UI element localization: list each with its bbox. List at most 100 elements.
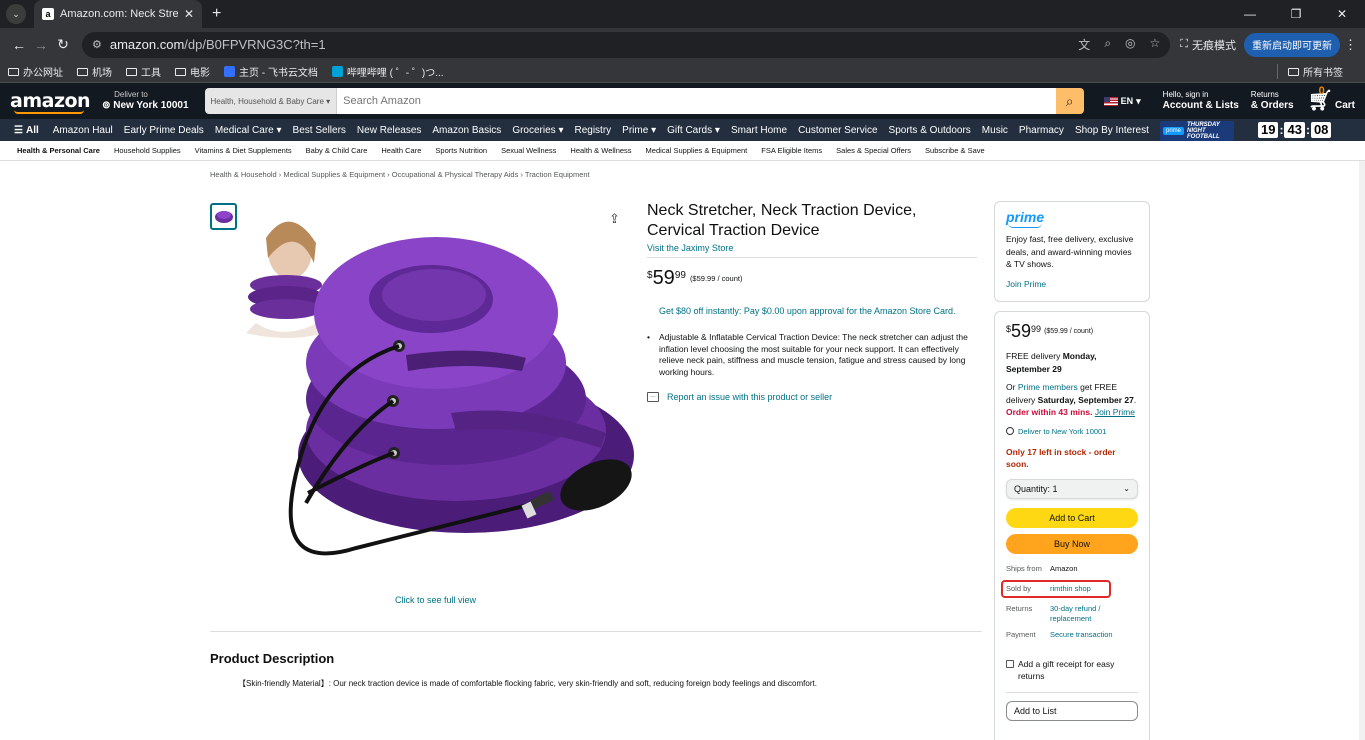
site-info-icon[interactable]: ⚙ bbox=[92, 38, 102, 51]
nav-item[interactable]: Gift Cards ▾ bbox=[667, 125, 720, 136]
restore-icon[interactable]: ❐ bbox=[1273, 7, 1319, 21]
payment-link[interactable]: Secure transaction bbox=[1050, 630, 1138, 640]
nav-item[interactable]: Prime ▾ bbox=[622, 125, 656, 136]
subnav-item[interactable]: Subscribe & Save bbox=[925, 146, 985, 155]
subnav-item[interactable]: Household Supplies bbox=[114, 146, 181, 155]
deliver-to[interactable]: Deliver to ⊚ New York 10001 bbox=[102, 90, 188, 111]
breadcrumb[interactable]: Health & Household › Medical Supplies & … bbox=[210, 170, 590, 179]
nav-item[interactable]: Music bbox=[982, 125, 1008, 136]
prime-members-link[interactable]: Prime members bbox=[1018, 382, 1078, 392]
ships-from-row: Ships from Amazon bbox=[1006, 564, 1138, 574]
product-image[interactable] bbox=[236, 203, 636, 598]
product-title: Neck Stretcher, Neck Traction Device, Ce… bbox=[647, 202, 917, 239]
nav-item[interactable]: Smart Home bbox=[731, 125, 787, 136]
info-key: Returns bbox=[1006, 603, 1033, 613]
folder-icon bbox=[126, 67, 137, 76]
gift-receipt-checkbox[interactable] bbox=[1006, 659, 1014, 668]
cart-count: 0 bbox=[1318, 85, 1325, 97]
nav-item[interactable]: Medical Care ▾ bbox=[215, 125, 282, 136]
quantity-select[interactable]: Quantity: 1 ⌄ bbox=[1006, 478, 1138, 499]
thumbnail-image bbox=[215, 211, 233, 223]
subnav-item[interactable]: Vitamins & Diet Supplements bbox=[195, 146, 292, 155]
cart-button[interactable]: 0 🛒︎ Cart bbox=[1308, 85, 1355, 111]
bookmark-folder[interactable]: 机场 bbox=[77, 64, 112, 79]
store-link-text[interactable]: Visit the Jaximy Store bbox=[647, 243, 733, 253]
subnav-item[interactable]: Sports Nutrition bbox=[435, 146, 487, 155]
update-button[interactable]: 重新启动即可更新 bbox=[1244, 32, 1340, 57]
full-view-link[interactable]: Click to see full view bbox=[395, 595, 476, 605]
search-input[interactable] bbox=[337, 88, 1056, 114]
nav-item[interactable]: Groceries ▾ bbox=[512, 125, 563, 136]
reload-icon[interactable]: ↻ bbox=[52, 36, 74, 53]
browser-tab[interactable]: a Amazon.com: Neck Stretcher ✕ bbox=[34, 0, 202, 28]
clock-minutes: 43 bbox=[1284, 122, 1305, 138]
report-issue-link[interactable]: … Report an issue with this product or s… bbox=[647, 392, 977, 402]
payment-row: Payment Secure transaction bbox=[1006, 630, 1138, 640]
nav-item[interactable]: Amazon Basics bbox=[432, 125, 501, 136]
buy-now-button[interactable]: Buy Now bbox=[1006, 533, 1138, 554]
bookmark-bilibili[interactable]: 哔哩哔哩 ( ゜- ゜)つ... bbox=[331, 64, 444, 79]
close-window-icon[interactable]: ✕ bbox=[1319, 7, 1365, 21]
subnav-item[interactable]: Sexual Wellness bbox=[501, 146, 556, 155]
subnav-item[interactable]: Health & Personal Care bbox=[17, 146, 100, 155]
zoom-icon[interactable]: ⌕ bbox=[1104, 36, 1111, 53]
bookmark-folder[interactable]: 办公网址 bbox=[8, 64, 63, 79]
tracking-icon[interactable]: ◎ bbox=[1125, 36, 1135, 53]
subnav-item[interactable]: Sales & Special Offers bbox=[836, 146, 911, 155]
nav-item[interactable]: Customer Service bbox=[798, 125, 877, 136]
description-heading: Product Description bbox=[210, 651, 335, 666]
seller-link[interactable]: rimthin shop bbox=[1050, 584, 1106, 594]
subnav-item[interactable]: FSA Eligible Items bbox=[761, 146, 822, 155]
forward-icon[interactable]: → bbox=[30, 37, 52, 53]
join-prime-link[interactable]: Join Prime bbox=[1095, 407, 1135, 417]
store-card-promo[interactable]: Get $80 off instantly: Pay $0.00 upon ap… bbox=[647, 306, 977, 316]
search-button[interactable]: ⌕ bbox=[1055, 88, 1084, 114]
translate-icon[interactable]: 文 bbox=[1078, 36, 1090, 53]
location-pin-icon: ⊚ bbox=[102, 99, 114, 111]
gift-receipt-option[interactable]: Add a gift receipt for easy returns bbox=[1006, 658, 1138, 682]
returns-link[interactable]: 30-day refund / replacement bbox=[1050, 604, 1138, 624]
add-to-list-button[interactable]: Add to List bbox=[1006, 700, 1138, 721]
back-icon[interactable]: ← bbox=[8, 37, 30, 53]
nav-item[interactable]: Shop By Interest bbox=[1075, 125, 1149, 136]
returns-orders[interactable]: Returns & Orders bbox=[1251, 90, 1294, 111]
subnav-item[interactable]: Health Care bbox=[381, 146, 421, 155]
thursday-night-football-promo[interactable]: prime THURSDAY NIGHT FOOTBALL bbox=[1160, 121, 1234, 141]
all-bookmarks[interactable]: 所有书签 bbox=[1277, 64, 1343, 79]
all-menu-button[interactable]: ☰ All bbox=[14, 125, 39, 136]
search-category-select[interactable]: Health, Household & Baby Care ▾ bbox=[204, 88, 338, 114]
close-tab-icon[interactable]: ✕ bbox=[184, 7, 194, 21]
category-subnav: Health & Personal Care Household Supplie… bbox=[0, 141, 1365, 161]
bookmark-folder[interactable]: 工具 bbox=[126, 64, 161, 79]
url-path: /dp/B0FPVRNG3C?th=1 bbox=[184, 37, 326, 52]
subnav-item[interactable]: Health & Wellness bbox=[570, 146, 631, 155]
nav-item[interactable]: Registry bbox=[574, 125, 611, 136]
subnav-item[interactable]: Medical Supplies & Equipment bbox=[646, 146, 748, 155]
incognito-indicator[interactable]: ⛶ 无痕模式 bbox=[1180, 37, 1236, 53]
account-lists[interactable]: Hello, sign in Account & Lists bbox=[1163, 90, 1239, 111]
deliver-location-link[interactable]: Deliver to New York 10001 bbox=[1006, 427, 1138, 436]
tab-search-icon[interactable]: ⌄ bbox=[6, 4, 26, 24]
add-to-cart-button[interactable]: Add to Cart bbox=[1006, 507, 1138, 528]
url-input[interactable]: ⚙ amazon.com/dp/B0FPVRNG3C?th=1 文 ⌕ ◎ ☆ bbox=[82, 31, 1171, 58]
nav-item[interactable]: Early Prime Deals bbox=[124, 125, 204, 136]
nav-item[interactable]: Amazon Haul bbox=[53, 125, 113, 136]
nav-item[interactable]: Best Sellers bbox=[293, 125, 346, 136]
bookmark-feishu[interactable]: 主页 - 飞书云文档 bbox=[224, 64, 318, 79]
nav-item[interactable]: New Releases bbox=[357, 125, 421, 136]
join-prime-link[interactable]: Join Prime bbox=[1006, 279, 1138, 289]
bookmark-folder[interactable]: 电影 bbox=[175, 64, 210, 79]
page-scrollbar[interactable] bbox=[1359, 161, 1365, 740]
image-thumbnail[interactable] bbox=[210, 203, 237, 230]
amazon-logo[interactable]: amazon bbox=[10, 90, 91, 114]
seller-info: Ships from Amazon Sold by rimthin shop R… bbox=[1001, 564, 1138, 640]
new-tab-button[interactable]: + bbox=[212, 5, 221, 23]
nav-item[interactable]: Pharmacy bbox=[1019, 125, 1064, 136]
bookmark-star-icon[interactable]: ☆ bbox=[1150, 36, 1161, 53]
minimize-icon[interactable]: — bbox=[1227, 7, 1273, 21]
menu-icon[interactable]: ⋮ bbox=[1344, 37, 1357, 53]
nav-item-label: Gift Cards bbox=[667, 124, 713, 136]
subnav-item[interactable]: Baby & Child Care bbox=[306, 146, 368, 155]
nav-item[interactable]: Sports & Outdoors bbox=[889, 125, 971, 136]
language-selector[interactable]: EN ▾ bbox=[1103, 96, 1141, 107]
